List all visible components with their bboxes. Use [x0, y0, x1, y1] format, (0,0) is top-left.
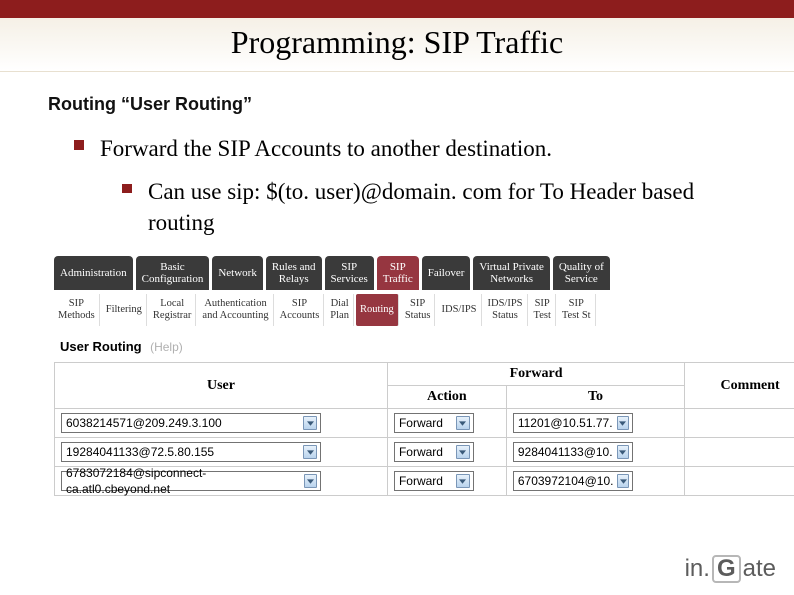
logo-prefix: in. — [685, 555, 710, 583]
sub-tab-sip-test[interactable]: SIP Test — [530, 294, 556, 326]
nav-tab-basic-configuration[interactable]: Basic Configuration — [136, 256, 210, 290]
chevron-down-icon — [456, 416, 470, 430]
chevron-down-icon — [303, 416, 317, 430]
sub-tab-ids/ips[interactable]: IDS/IPS — [437, 294, 481, 326]
header-bar — [0, 0, 794, 18]
table-row: 6038214571@209.249.3.100 Forward 11201@10.… — [55, 409, 794, 438]
to-select[interactable]: 6703972104@10. — [513, 471, 633, 491]
col-action: Action — [387, 386, 506, 409]
select-value: 6703972104@10. — [518, 473, 614, 489]
select-value: Forward — [399, 444, 443, 460]
nav-tab-sip-services[interactable]: SIP Services — [325, 256, 374, 290]
chevron-down-icon — [617, 416, 629, 430]
to-select[interactable]: 11201@10.51.77. — [513, 413, 633, 433]
sub-bullet-text: Can use sip: $(to. user)@domain. com for… — [148, 176, 754, 238]
sub-tab-authentication-and-accounting[interactable]: Authentication and Accounting — [198, 294, 273, 326]
user-select[interactable]: 19284041133@72.5.80.155 — [61, 442, 321, 462]
content: Routing “User Routing” Forward the SIP A… — [0, 72, 794, 496]
bullet-square-icon — [122, 184, 132, 193]
chevron-down-icon — [617, 445, 629, 459]
action-select[interactable]: Forward — [394, 442, 474, 462]
logo-letter: G — [712, 555, 741, 583]
chevron-down-icon — [304, 474, 317, 488]
sub-tab-dial-plan[interactable]: Dial Plan — [326, 294, 354, 326]
sub-tab-routing[interactable]: Routing — [356, 294, 399, 326]
sub-tab-sip-accounts[interactable]: SIP Accounts — [276, 294, 325, 326]
action-select[interactable]: Forward — [394, 413, 474, 433]
select-value: 11201@10.51.77. — [518, 415, 613, 431]
chevron-down-icon — [303, 445, 317, 459]
nav-tab-rules-and-relays[interactable]: Rules and Relays — [266, 256, 322, 290]
title-area: Programming: SIP Traffic — [0, 18, 794, 72]
chevron-down-icon — [617, 474, 628, 488]
chevron-down-icon — [456, 474, 470, 488]
col-forward: Forward — [387, 363, 684, 386]
chevron-down-icon — [456, 445, 470, 459]
comment-cell — [685, 467, 794, 496]
sub-tab-sip-methods[interactable]: SIP Methods — [54, 294, 100, 326]
select-value: 6038214571@209.249.3.100 — [66, 415, 222, 431]
select-value: Forward — [399, 473, 443, 489]
sub-bullet-list: Can use sip: $(to. user)@domain. com for… — [74, 176, 754, 238]
nav-tab-failover[interactable]: Failover — [422, 256, 471, 290]
nav-tab-administration[interactable]: Administration — [54, 256, 133, 290]
help-link[interactable]: (Help) — [150, 340, 183, 354]
nav-tab-network[interactable]: Network — [212, 256, 263, 290]
logo-suffix: ate — [743, 555, 776, 583]
select-value: Forward — [399, 415, 443, 431]
to-select[interactable]: 9284041133@10. — [513, 442, 633, 462]
user-select[interactable]: 6783072184@sipconnect-ca.atl0.cbeyond.ne… — [61, 471, 321, 491]
sub-bullet-item: Can use sip: $(to. user)@domain. com for… — [122, 176, 754, 238]
col-comment: Comment — [685, 363, 794, 409]
comment-cell — [685, 438, 794, 467]
sub-tab-local-registrar[interactable]: Local Registrar — [149, 294, 197, 326]
section-header: User Routing (Help) — [54, 334, 794, 362]
page-title: Programming: SIP Traffic — [0, 24, 794, 61]
select-value: 9284041133@10. — [518, 444, 613, 460]
section-heading: User Routing — [60, 339, 142, 354]
user-routing-table: User Forward Comment Action To 603821457… — [54, 362, 794, 496]
ingate-logo: in. G ate — [685, 555, 776, 583]
user-select[interactable]: 6038214571@209.249.3.100 — [61, 413, 321, 433]
table-row: 6783072184@sipconnect-ca.atl0.cbeyond.ne… — [55, 467, 794, 496]
bullet-item: Forward the SIP Accounts to another dest… — [74, 133, 754, 164]
select-value: 19284041133@72.5.80.155 — [66, 444, 214, 460]
section-subtitle: Routing “User Routing” — [48, 94, 754, 115]
nav-tab-quality-of-service[interactable]: Quality of Service — [553, 256, 610, 290]
secondary-nav: SIP MethodsFilteringLocal RegistrarAuthe… — [54, 294, 794, 326]
sub-tab-filtering[interactable]: Filtering — [102, 294, 147, 326]
sub-tab-sip-test-st[interactable]: SIP Test St — [558, 294, 596, 326]
select-value: 6783072184@sipconnect-ca.atl0.cbeyond.ne… — [66, 465, 300, 497]
col-user: User — [55, 363, 388, 409]
action-select[interactable]: Forward — [394, 471, 474, 491]
nav-tab-sip-traffic[interactable]: SIP Traffic — [377, 256, 419, 290]
table-row: 19284041133@72.5.80.155 Forward 9284041133… — [55, 438, 794, 467]
col-to: To — [506, 386, 684, 409]
bullet-list: Forward the SIP Accounts to another dest… — [48, 133, 754, 238]
sub-tab-sip-status[interactable]: SIP Status — [401, 294, 436, 326]
sub-tab-ids/ips-status[interactable]: IDS/IPS Status — [484, 294, 528, 326]
nav-tab-virtual-private-networks[interactable]: Virtual Private Networks — [473, 256, 549, 290]
bullet-text: Forward the SIP Accounts to another dest… — [100, 133, 552, 164]
comment-cell — [685, 409, 794, 438]
ui-screenshot: AdministrationBasic ConfigurationNetwork… — [48, 256, 794, 496]
primary-nav: AdministrationBasic ConfigurationNetwork… — [54, 256, 794, 290]
bullet-square-icon — [74, 140, 84, 150]
